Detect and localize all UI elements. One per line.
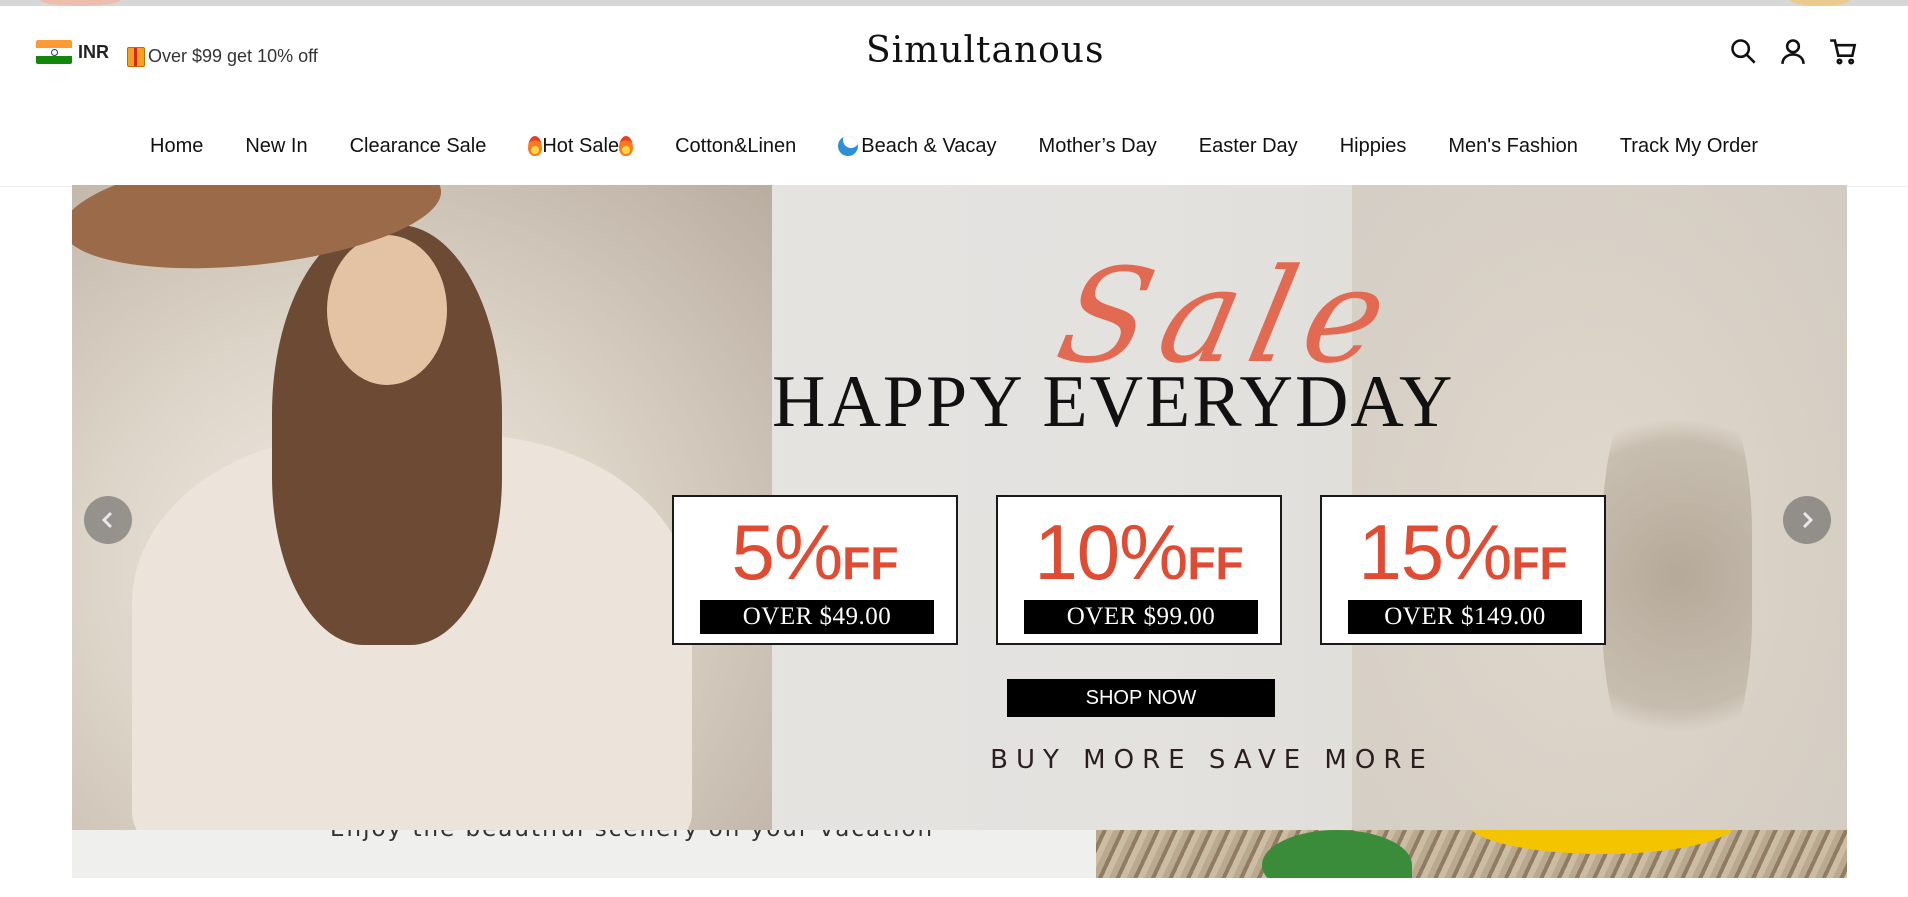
nav-easter-day[interactable]: Easter Day <box>1199 128 1298 164</box>
nav-cotton-linen[interactable]: Cotton&Linen <box>675 128 796 164</box>
chevron-right-icon <box>1802 511 1814 529</box>
coupon-percent: 5% <box>731 508 844 596</box>
next-banner-preview[interactable]: Enjoy the beautiful scenery on your vaca… <box>72 830 1847 878</box>
currency-selector[interactable]: INR <box>36 40 109 64</box>
nav-clearance-sale[interactable]: Clearance Sale <box>350 128 487 164</box>
coupon-percent: 15% <box>1358 508 1512 596</box>
hero-headline: HAPPY EVERYDAY <box>772 361 1455 443</box>
currency-code: INR <box>78 41 109 62</box>
nav-track-my-order[interactable]: Track My Order <box>1620 128 1758 164</box>
fire-icon <box>528 136 543 156</box>
coupon-condition: OVER $99.00 <box>1024 600 1258 634</box>
india-flag-icon <box>36 40 72 64</box>
nav-mothers-day[interactable]: Mother’s Day <box>1039 128 1157 164</box>
main-nav: Home New In Clearance Sale Hot Sale Cott… <box>0 128 1908 164</box>
nav-mens-fashion[interactable]: Men's Fashion <box>1448 128 1577 164</box>
nav-beach-vacay[interactable]: Beach & Vacay <box>838 128 997 164</box>
next-banner-text: Enjoy the beautiful scenery on your vaca… <box>330 830 934 842</box>
header-icons <box>1728 36 1858 66</box>
coupon-condition: OVER $49.00 <box>700 600 934 634</box>
nav-new-in[interactable]: New In <box>245 128 307 164</box>
site-header: INR Over $99 get 10% off Simultanous Hom… <box>0 6 1908 187</box>
coupon-card[interactable]: 15%FF OVER $149.00 <box>1320 495 1606 645</box>
shop-now-button[interactable]: SHOP NOW <box>1007 679 1275 717</box>
carousel-next-button[interactable] <box>1783 496 1831 544</box>
nav-home[interactable]: Home <box>150 128 203 164</box>
promo-text: Over $99 get 10% off <box>148 46 318 66</box>
coupon-off: FF <box>1511 537 1568 589</box>
coupon-card[interactable]: 10%FF OVER $99.00 <box>996 495 1282 645</box>
cart-icon[interactable] <box>1828 36 1858 66</box>
gift-icon <box>127 46 145 67</box>
fire-icon <box>619 136 634 156</box>
carousel-prev-button[interactable] <box>84 496 132 544</box>
coupon-off: FF <box>842 537 899 589</box>
account-icon[interactable] <box>1778 36 1808 66</box>
model-photo-left <box>72 185 772 830</box>
coupon-condition: OVER $149.00 <box>1348 600 1582 634</box>
promo-banner: Over $99 get 10% off <box>127 46 318 67</box>
nav-hot-sale[interactable]: Hot Sale <box>528 128 634 164</box>
flower-bouquet-image <box>1602 365 1752 785</box>
wave-icon <box>838 136 859 156</box>
hero-banner[interactable]: Sale HAPPY EVERYDAY 5%FF OVER $49.00 10%… <box>72 185 1847 830</box>
coupon-percent: 10% <box>1034 508 1188 596</box>
search-icon[interactable] <box>1728 36 1758 66</box>
nav-hippies[interactable]: Hippies <box>1340 128 1407 164</box>
hero-tagline: BUY MORE SAVE MORE <box>990 745 1434 775</box>
coupon-card[interactable]: 5%FF OVER $49.00 <box>672 495 958 645</box>
coupon-off: FF <box>1187 537 1244 589</box>
chevron-left-icon <box>101 511 113 529</box>
sand-image <box>1096 830 1847 878</box>
site-logo[interactable]: Simultanous <box>866 30 1104 71</box>
